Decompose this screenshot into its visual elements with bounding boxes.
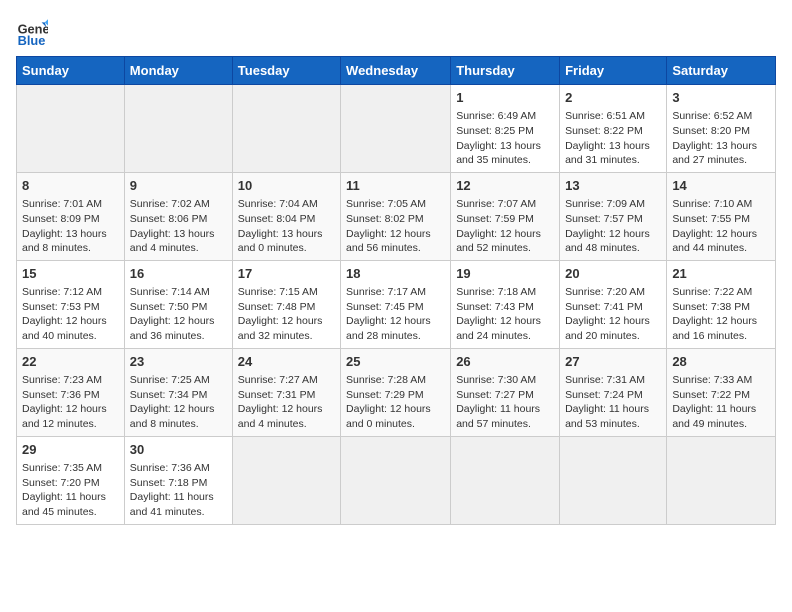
day-number: 1 (456, 89, 554, 107)
calendar-cell: 1Sunrise: 6:49 AMSunset: 8:25 PMDaylight… (451, 85, 560, 173)
calendar-cell (560, 436, 667, 524)
calendar-cell: 23Sunrise: 7:25 AMSunset: 7:34 PMDayligh… (124, 348, 232, 436)
header-monday: Monday (124, 57, 232, 85)
calendar-cell: 28Sunrise: 7:33 AMSunset: 7:22 PMDayligh… (667, 348, 776, 436)
day-number: 26 (456, 353, 554, 371)
day-number: 8 (22, 177, 119, 195)
calendar-cell (667, 436, 776, 524)
logo: General Blue (16, 16, 52, 48)
svg-text:Blue: Blue (18, 33, 46, 48)
calendar-cell: 26Sunrise: 7:30 AMSunset: 7:27 PMDayligh… (451, 348, 560, 436)
calendar-cell: 14Sunrise: 7:10 AMSunset: 7:55 PMDayligh… (667, 172, 776, 260)
calendar-cell: 16Sunrise: 7:14 AMSunset: 7:50 PMDayligh… (124, 260, 232, 348)
day-number: 24 (238, 353, 335, 371)
calendar-cell (341, 436, 451, 524)
day-number: 13 (565, 177, 661, 195)
calendar-cell: 3Sunrise: 6:52 AMSunset: 8:20 PMDaylight… (667, 85, 776, 173)
day-number: 19 (456, 265, 554, 283)
calendar-cell (124, 85, 232, 173)
calendar-cell: 17Sunrise: 7:15 AMSunset: 7:48 PMDayligh… (232, 260, 340, 348)
calendar-cell: 27Sunrise: 7:31 AMSunset: 7:24 PMDayligh… (560, 348, 667, 436)
calendar-week-1: 1Sunrise: 6:49 AMSunset: 8:25 PMDaylight… (17, 85, 776, 173)
header-friday: Friday (560, 57, 667, 85)
day-number: 20 (565, 265, 661, 283)
day-number: 9 (130, 177, 227, 195)
day-number: 25 (346, 353, 445, 371)
header-sunday: Sunday (17, 57, 125, 85)
calendar-cell: 12Sunrise: 7:07 AMSunset: 7:59 PMDayligh… (451, 172, 560, 260)
calendar-cell (17, 85, 125, 173)
calendar-cell: 8Sunrise: 7:01 AMSunset: 8:09 PMDaylight… (17, 172, 125, 260)
calendar-cell: 22Sunrise: 7:23 AMSunset: 7:36 PMDayligh… (17, 348, 125, 436)
day-number: 11 (346, 177, 445, 195)
day-number: 28 (672, 353, 770, 371)
calendar-cell (341, 85, 451, 173)
day-number: 29 (22, 441, 119, 459)
calendar-week-3: 15Sunrise: 7:12 AMSunset: 7:53 PMDayligh… (17, 260, 776, 348)
calendar-cell: 20Sunrise: 7:20 AMSunset: 7:41 PMDayligh… (560, 260, 667, 348)
day-number: 27 (565, 353, 661, 371)
day-number: 17 (238, 265, 335, 283)
day-number: 22 (22, 353, 119, 371)
calendar-cell: 10Sunrise: 7:04 AMSunset: 8:04 PMDayligh… (232, 172, 340, 260)
calendar-week-4: 22Sunrise: 7:23 AMSunset: 7:36 PMDayligh… (17, 348, 776, 436)
day-number: 23 (130, 353, 227, 371)
day-number: 10 (238, 177, 335, 195)
calendar-cell (451, 436, 560, 524)
day-number: 16 (130, 265, 227, 283)
calendar-cell: 29Sunrise: 7:35 AMSunset: 7:20 PMDayligh… (17, 436, 125, 524)
calendar-cell (232, 436, 340, 524)
header-thursday: Thursday (451, 57, 560, 85)
calendar-header-row: SundayMondayTuesdayWednesdayThursdayFrid… (17, 57, 776, 85)
calendar-cell: 13Sunrise: 7:09 AMSunset: 7:57 PMDayligh… (560, 172, 667, 260)
calendar-cell: 30Sunrise: 7:36 AMSunset: 7:18 PMDayligh… (124, 436, 232, 524)
calendar-week-2: 8Sunrise: 7:01 AMSunset: 8:09 PMDaylight… (17, 172, 776, 260)
calendar-cell: 15Sunrise: 7:12 AMSunset: 7:53 PMDayligh… (17, 260, 125, 348)
logo-icon: General Blue (16, 16, 48, 48)
calendar-cell: 11Sunrise: 7:05 AMSunset: 8:02 PMDayligh… (341, 172, 451, 260)
day-number: 14 (672, 177, 770, 195)
calendar-cell: 25Sunrise: 7:28 AMSunset: 7:29 PMDayligh… (341, 348, 451, 436)
day-number: 2 (565, 89, 661, 107)
day-number: 21 (672, 265, 770, 283)
day-number: 30 (130, 441, 227, 459)
day-number: 3 (672, 89, 770, 107)
calendar-table: SundayMondayTuesdayWednesdayThursdayFrid… (16, 56, 776, 525)
calendar-cell: 2Sunrise: 6:51 AMSunset: 8:22 PMDaylight… (560, 85, 667, 173)
calendar-cell (232, 85, 340, 173)
header-wednesday: Wednesday (341, 57, 451, 85)
day-number: 15 (22, 265, 119, 283)
day-number: 12 (456, 177, 554, 195)
calendar-cell: 18Sunrise: 7:17 AMSunset: 7:45 PMDayligh… (341, 260, 451, 348)
calendar-cell: 21Sunrise: 7:22 AMSunset: 7:38 PMDayligh… (667, 260, 776, 348)
calendar-cell: 24Sunrise: 7:27 AMSunset: 7:31 PMDayligh… (232, 348, 340, 436)
calendar-cell: 9Sunrise: 7:02 AMSunset: 8:06 PMDaylight… (124, 172, 232, 260)
calendar-week-5: 29Sunrise: 7:35 AMSunset: 7:20 PMDayligh… (17, 436, 776, 524)
header-tuesday: Tuesday (232, 57, 340, 85)
calendar-cell: 19Sunrise: 7:18 AMSunset: 7:43 PMDayligh… (451, 260, 560, 348)
day-number: 18 (346, 265, 445, 283)
page-header: General Blue (16, 16, 776, 48)
header-saturday: Saturday (667, 57, 776, 85)
